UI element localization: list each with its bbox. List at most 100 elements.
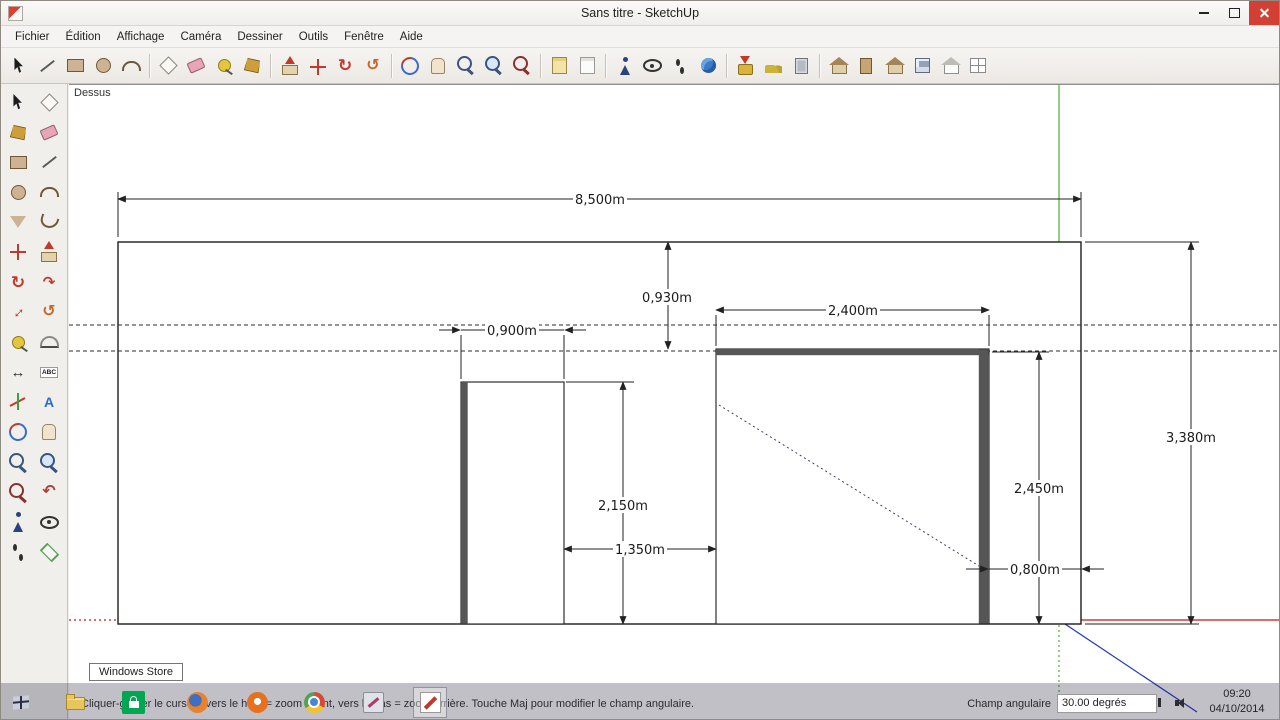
lt-scale-button[interactable] xyxy=(3,297,33,327)
lt-protractor-button[interactable] xyxy=(34,327,64,357)
sketchup-window: Sans titre - SketchUp Fichier Édition Af… xyxy=(0,0,1280,720)
lt-eraser-button[interactable] xyxy=(34,117,64,147)
lt-paint-bucket-button[interactable] xyxy=(3,117,33,147)
lt-offset-button[interactable] xyxy=(34,297,64,327)
lt-position-camera-button[interactable] xyxy=(3,507,33,537)
windows-store-icon[interactable] xyxy=(122,691,145,714)
rectangle-tool-button[interactable] xyxy=(61,52,89,80)
lt-look-around-button[interactable] xyxy=(34,507,64,537)
lt-move-button[interactable] xyxy=(3,237,33,267)
dim-door-height: 2,150m xyxy=(598,499,648,514)
lt-follow-me-button[interactable] xyxy=(34,267,64,297)
share-model-button[interactable] xyxy=(880,52,908,80)
measurement-field-label: Champ angulaire xyxy=(967,698,1051,710)
window-title: Sans titre - SketchUp xyxy=(580,6,700,20)
menu-fenetre[interactable]: Fenêtre xyxy=(336,28,392,46)
zoom-tool-button[interactable] xyxy=(452,52,480,80)
lt-walk-button[interactable] xyxy=(3,537,33,567)
zoom-window-button[interactable] xyxy=(480,52,508,80)
menu-edition[interactable]: Édition xyxy=(58,28,109,46)
close-button[interactable] xyxy=(1249,1,1279,25)
get-current-view-button[interactable] xyxy=(731,52,759,80)
menu-outils[interactable]: Outils xyxy=(291,28,336,46)
zoom-extents-button[interactable] xyxy=(508,52,536,80)
maximize-button[interactable] xyxy=(1219,1,1249,25)
lt-dimension-button[interactable] xyxy=(3,357,33,387)
menu-affichage[interactable]: Affichage xyxy=(109,28,173,46)
taskbar-clock[interactable]: 09:20 04/10/2014 xyxy=(1201,687,1273,717)
rotate-tool-button[interactable] xyxy=(331,52,359,80)
lt-arc-button[interactable] xyxy=(34,177,64,207)
lt-freehand-button[interactable] xyxy=(34,207,64,237)
lt-rectangle-button[interactable] xyxy=(3,147,33,177)
house-template-button[interactable] xyxy=(936,52,964,80)
walk-tool-button[interactable] xyxy=(666,52,694,80)
offset-tool-button[interactable] xyxy=(359,52,387,80)
garage-opening xyxy=(715,348,990,625)
circle-tool-button[interactable] xyxy=(89,52,117,80)
save-button[interactable] xyxy=(908,52,936,80)
start-button[interactable] xyxy=(9,691,33,713)
eraser-tool-button[interactable] xyxy=(182,52,210,80)
pan-tool-button[interactable] xyxy=(424,52,452,80)
measurement-field[interactable]: 30.00 degrés xyxy=(1057,694,1157,713)
tape-measure-button[interactable] xyxy=(210,52,238,80)
menu-fichier[interactable]: Fichier xyxy=(7,28,58,46)
browser-orange-icon[interactable] xyxy=(245,691,269,713)
lt-pan-button[interactable] xyxy=(34,417,64,447)
lt-tape-measure-button[interactable] xyxy=(3,327,33,357)
paint-app-icon[interactable] xyxy=(361,691,385,713)
top-toolbar xyxy=(1,48,1279,84)
arc-tool-button[interactable] xyxy=(117,52,145,80)
lt-zoom-window-button[interactable] xyxy=(34,447,64,477)
component-door-button[interactable] xyxy=(852,52,880,80)
lt-line-button[interactable] xyxy=(34,147,64,177)
lt-polygon-button[interactable] xyxy=(3,207,33,237)
chrome-icon[interactable] xyxy=(302,691,326,713)
model-drawing: 8,500m 3,380m 0,930m 2,400m 0,900m 2,150… xyxy=(69,85,1279,713)
sketchup-taskbar-icon[interactable] xyxy=(413,687,447,718)
menu-dessiner[interactable]: Dessiner xyxy=(229,28,290,46)
photo-textures-button[interactable] xyxy=(787,52,815,80)
firefox-icon[interactable] xyxy=(185,691,209,713)
toolbar-separator xyxy=(149,53,150,78)
next-view-button[interactable] xyxy=(573,52,601,80)
volume-icon[interactable] xyxy=(1171,696,1187,710)
lt-zoom-previous-button[interactable] xyxy=(34,477,64,507)
line-tool-button[interactable] xyxy=(33,52,61,80)
lt-zoom-extents-button[interactable] xyxy=(3,477,33,507)
select-tool-button[interactable] xyxy=(5,52,33,80)
drawing-canvas[interactable]: Dessus 8,500m 3,380m 0,930m 2,400m 0,900… xyxy=(69,84,1279,719)
menu-aide[interactable]: Aide xyxy=(392,28,431,46)
file-explorer-icon[interactable] xyxy=(63,691,87,713)
google-earth-button[interactable] xyxy=(694,52,722,80)
position-camera-button[interactable] xyxy=(610,52,638,80)
paint-bucket-button[interactable] xyxy=(238,52,266,80)
push-pull-button[interactable] xyxy=(275,52,303,80)
get-models-button[interactable] xyxy=(824,52,852,80)
previous-view-button[interactable] xyxy=(545,52,573,80)
lt-text-button[interactable] xyxy=(34,357,64,387)
component-window-button[interactable] xyxy=(964,52,992,80)
orbit-tool-button[interactable] xyxy=(396,52,424,80)
lt-rotate-button[interactable] xyxy=(3,267,33,297)
lt-make-component-button[interactable] xyxy=(34,87,64,117)
lt-zoom-button[interactable] xyxy=(3,447,33,477)
sketchup-logo-icon xyxy=(8,5,23,21)
minimize-button[interactable] xyxy=(1189,1,1219,25)
look-around-button[interactable] xyxy=(638,52,666,80)
door-opening xyxy=(460,381,565,625)
lt-select-button[interactable] xyxy=(3,87,33,117)
lt-axes-button[interactable] xyxy=(3,387,33,417)
toggle-terrain-button[interactable] xyxy=(759,52,787,80)
menu-camera[interactable]: Caméra xyxy=(172,28,229,46)
lt-orbit-button[interactable] xyxy=(3,417,33,447)
lt-3d-text-button[interactable] xyxy=(34,387,64,417)
move-tool-button[interactable] xyxy=(303,52,331,80)
clock-date: 04/10/2014 xyxy=(1209,702,1265,715)
toolbar-separator xyxy=(819,53,820,78)
lt-push-pull-button[interactable] xyxy=(34,237,64,267)
lt-circle-button[interactable] xyxy=(3,177,33,207)
lt-section-plane-button[interactable] xyxy=(34,537,64,567)
make-component-button[interactable] xyxy=(154,52,182,80)
